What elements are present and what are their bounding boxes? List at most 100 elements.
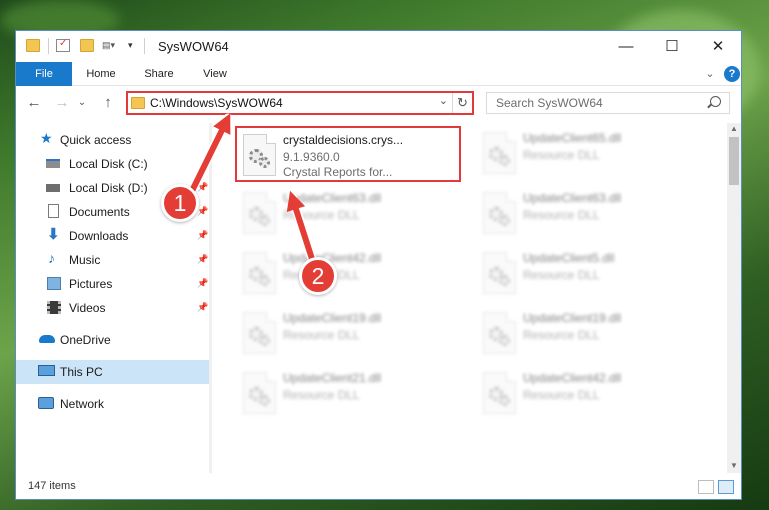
file-tile[interactable]: UpdateClient65.dll Resource DLL <box>477 126 703 182</box>
folder-icon <box>131 97 145 109</box>
file-tile[interactable]: UpdateClient42.dll Resource DLL <box>477 366 703 422</box>
file-list: crystaldecisions.crys... 9.1.9360.0 Crys… <box>212 123 726 473</box>
tab-file[interactable]: File <box>16 62 72 86</box>
sidebar-item-label: This PC <box>60 365 103 379</box>
gear-icon <box>499 395 510 406</box>
file-tile-crystaldecisions[interactable]: crystaldecisions.crys... 9.1.9360.0 Crys… <box>235 126 461 182</box>
maximize-button[interactable]: ☐ <box>649 31 695 61</box>
properties-icon[interactable]: ✓ <box>56 38 70 52</box>
dll-file-icon <box>243 372 276 414</box>
refresh-button[interactable]: ↻ <box>452 93 472 113</box>
back-button[interactable]: ← <box>24 94 44 112</box>
file-name: UpdateClient63.dll <box>283 191 382 205</box>
gear-icon <box>259 335 270 346</box>
computer-icon <box>38 365 55 376</box>
dll-file-icon <box>483 372 516 414</box>
address-bar[interactable]: C:\Windows\SysWOW64 ⌄ ↻ <box>126 91 474 115</box>
file-tile[interactable]: UpdateClient63.dll Resource DLL <box>237 186 463 242</box>
file-tile[interactable]: UpdateClient19.dll Resource DLL <box>477 306 703 362</box>
expand-ribbon-button[interactable]: ⌄ <box>700 62 720 86</box>
file-explorer-window: ✓ ▤▾ ▾ SysWOW64 — ☐ ✕ File Home Share Vi… <box>15 30 742 500</box>
sidebar-item-label: Quick access <box>60 133 132 147</box>
chevron-down-icon[interactable]: ▾ <box>128 39 138 52</box>
file-type: Resource DLL <box>523 268 600 282</box>
window-title: SysWOW64 <box>158 39 229 54</box>
tab-view[interactable]: View <box>190 62 240 86</box>
tab-share[interactable]: Share <box>134 62 184 86</box>
details-view-icon[interactable] <box>698 480 714 494</box>
gear-icon <box>259 215 270 226</box>
dll-file-icon <box>243 312 276 354</box>
file-name: UpdateClient42.dll <box>523 371 622 385</box>
search-input[interactable]: Search SysWOW64 <box>486 92 730 114</box>
scrollbar-thumb[interactable] <box>729 137 739 185</box>
file-list-scrollbar[interactable]: ▲ ▼ <box>727 123 741 473</box>
gear-icon <box>499 275 510 286</box>
pin-icon[interactable]: 📌 <box>197 278 208 289</box>
folder-icon <box>26 39 40 52</box>
pin-icon[interactable]: 📌 <box>197 230 208 241</box>
file-tile[interactable]: UpdateClient63.dll Resource DLL <box>477 186 703 242</box>
sidebar-item-videos[interactable]: Videos 📌 <box>16 296 209 320</box>
pin-icon[interactable]: 📌 <box>197 182 208 193</box>
file-type: Resource DLL <box>523 328 600 342</box>
download-icon: ⬇ <box>47 226 60 243</box>
search-placeholder: Search SysWOW64 <box>496 96 603 110</box>
sidebar-item-label: OneDrive <box>60 333 111 347</box>
help-icon[interactable]: ? <box>724 66 740 82</box>
gear-icon <box>259 157 270 168</box>
gear-icon <box>499 335 510 346</box>
sidebar-item-quick-access[interactable]: ★ Quick access <box>16 128 209 152</box>
minimize-button[interactable]: — <box>603 31 649 61</box>
file-type: Resource DLL <box>523 208 600 222</box>
dll-file-icon <box>483 252 516 294</box>
file-version: 9.1.9360.0 <box>283 150 340 164</box>
address-dropdown-button[interactable]: ⌄ <box>439 94 448 107</box>
documents-icon <box>48 204 59 218</box>
close-button[interactable]: ✕ <box>695 31 741 61</box>
drive-icon <box>46 184 60 192</box>
title-bar: ✓ ▤▾ ▾ SysWOW64 — ☐ ✕ <box>16 31 741 62</box>
gear-icon <box>499 155 510 166</box>
customize-toolbar-icon[interactable]: ▤▾ <box>102 39 122 52</box>
file-type: Resource DLL <box>523 388 600 402</box>
drive-icon <box>46 159 60 168</box>
separator <box>48 38 49 54</box>
pin-icon[interactable]: 📌 <box>197 302 208 313</box>
recent-locations-button[interactable]: ⌄ <box>76 94 88 112</box>
tiles-view-icon[interactable] <box>718 480 734 494</box>
tab-home[interactable]: Home <box>76 62 126 86</box>
sidebar-item-label: Network <box>60 397 105 411</box>
sidebar-item-this-pc[interactable]: This PC <box>16 360 209 384</box>
file-description: Crystal Reports for... <box>283 165 393 179</box>
sidebar-item-label: Music <box>69 253 101 267</box>
file-type: Resource DLL <box>283 328 360 342</box>
pictures-icon <box>47 277 61 290</box>
sidebar-item-pictures[interactable]: Pictures 📌 <box>16 272 209 296</box>
videos-icon <box>47 301 61 314</box>
sidebar-item-onedrive[interactable]: OneDrive <box>16 328 209 352</box>
scroll-down-arrow-icon[interactable]: ▼ <box>727 460 741 472</box>
forward-button[interactable]: → <box>52 94 72 112</box>
dll-file-icon <box>243 192 276 234</box>
new-folder-icon[interactable] <box>80 39 94 52</box>
file-tile[interactable]: UpdateClient19.dll Resource DLL <box>237 306 463 362</box>
navigation-pane: ★ Quick access Local Disk (C:) Local Dis… <box>16 123 212 473</box>
file-tile[interactable]: UpdateClient21.dll Resource DLL <box>237 366 463 422</box>
sidebar-item-network[interactable]: Network <box>16 392 209 416</box>
dll-file-icon <box>243 252 276 294</box>
file-tile[interactable]: UpdateClient42.dll Resource DLL <box>237 246 463 302</box>
scroll-up-arrow-icon[interactable]: ▲ <box>727 123 741 135</box>
sidebar-item-downloads[interactable]: ⬇ Downloads 📌 <box>16 224 209 248</box>
item-count: 147 items <box>28 480 76 492</box>
up-button[interactable]: ↑ <box>98 94 118 112</box>
address-path: C:\Windows\SysWOW64 <box>150 96 283 110</box>
search-icon[interactable] <box>710 96 721 107</box>
file-name: UpdateClient21.dll <box>283 371 382 385</box>
sidebar-item-music[interactable]: ♪ Music 📌 <box>16 248 209 272</box>
pin-icon[interactable]: 📌 <box>197 254 208 265</box>
dll-file-icon <box>483 132 516 174</box>
file-tile[interactable]: UpdateClient5.dll Resource DLL <box>477 246 703 302</box>
sidebar-item-local-disk-c[interactable]: Local Disk (C:) <box>16 152 209 176</box>
sidebar-item-label: Local Disk (C:) <box>69 157 148 171</box>
